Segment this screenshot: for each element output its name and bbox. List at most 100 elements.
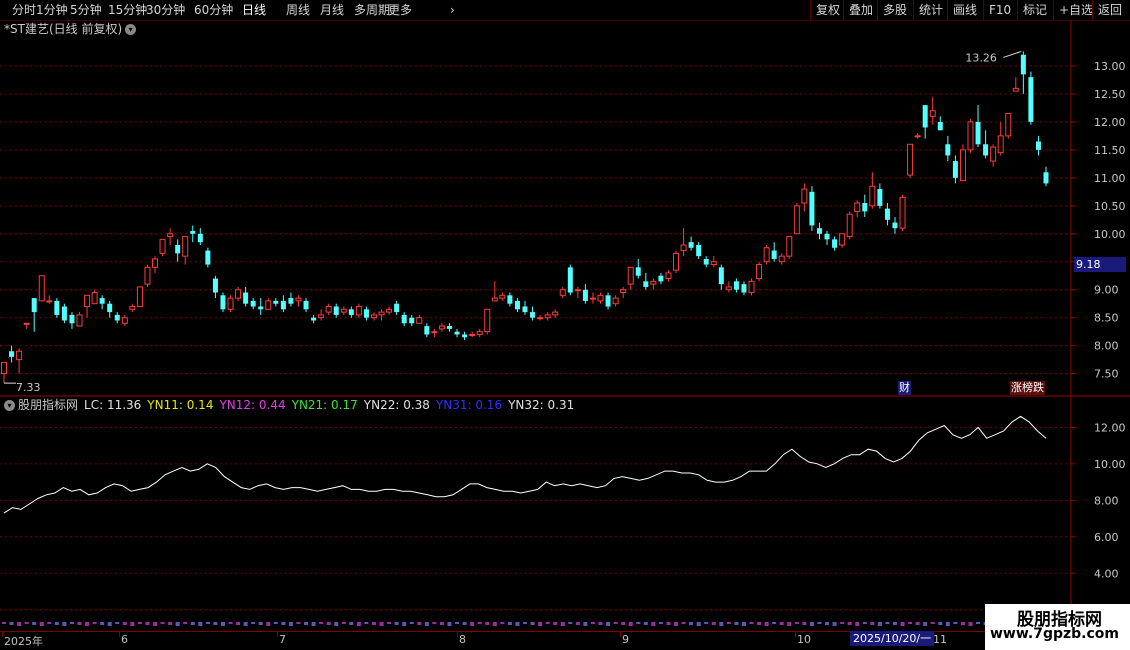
candle-body-up <box>84 294 91 307</box>
volume-bar <box>711 622 716 625</box>
volume-bar <box>560 622 565 626</box>
candle-body-down <box>771 250 777 259</box>
candle-body-up <box>574 289 581 292</box>
volume-bar <box>198 622 203 626</box>
candle-body-up <box>484 308 491 333</box>
candle-body-down <box>514 300 520 310</box>
candle-body-down <box>507 295 513 304</box>
candle-body-down <box>114 314 120 321</box>
candle-body-up <box>378 311 385 316</box>
indicator-lc-line <box>3 415 1047 514</box>
candle-body-down <box>696 244 702 257</box>
indicator-chevron-icon[interactable]: ▾ <box>4 400 15 411</box>
zhangbang-tag[interactable]: 涨榜跌 <box>1010 381 1045 395</box>
volume-bar <box>470 622 475 626</box>
indicator-value-5: YN31: 0.16 <box>435 398 503 412</box>
indicator-value-2: YN12: 0.44 <box>219 398 286 412</box>
volume-bar <box>606 622 611 626</box>
candle-body-down <box>303 300 309 310</box>
indicator-axis-label: 12.00 <box>1094 421 1126 434</box>
volume-bar <box>266 622 271 626</box>
volume-bar <box>802 622 807 625</box>
candle-body-up <box>627 266 634 285</box>
volume-bar <box>862 622 867 624</box>
candle-body-down <box>816 228 822 234</box>
volume-bar <box>938 622 943 625</box>
volume-bar <box>447 622 452 626</box>
indicator-name[interactable]: 股朋指标网 <box>18 398 78 412</box>
volume-bar <box>651 622 656 626</box>
candle-body-up <box>182 236 189 257</box>
volume-bar <box>877 622 882 626</box>
volume-bar <box>281 622 286 625</box>
volume-bar <box>719 622 724 626</box>
volume-bar <box>168 622 173 625</box>
candle-body-up <box>386 308 393 313</box>
candle-body-up <box>469 333 476 336</box>
volume-bar <box>892 622 897 625</box>
volume-bar <box>817 622 822 624</box>
candle-body-up <box>76 314 83 327</box>
indicator-axis-label: 8.00 <box>1094 494 1119 507</box>
price-axis-label: 12.50 <box>1094 88 1126 101</box>
volume-bar <box>39 622 44 626</box>
candle-body-up <box>167 233 174 238</box>
volume-bar <box>726 622 731 624</box>
volume-bar <box>251 622 256 624</box>
volume-bar <box>923 622 928 626</box>
candle-body-up <box>710 261 717 266</box>
candle-body-up <box>416 317 423 324</box>
candle-body-up <box>318 314 325 319</box>
volume-bar <box>455 622 460 624</box>
candle-body-up <box>325 306 332 313</box>
candle-body-down <box>605 295 611 307</box>
candle-body-up <box>1012 87 1019 92</box>
volume-bar <box>47 622 52 624</box>
candle-body-down <box>1020 54 1026 75</box>
candle-body-up <box>537 317 544 320</box>
indicator-value-4: YN22: 0.38 <box>363 398 430 412</box>
candle-body-up <box>355 306 362 316</box>
candle-body-down <box>582 289 588 301</box>
price-axis-label: 7.50 <box>1094 368 1119 381</box>
volume-bar <box>130 622 135 626</box>
volume-bar <box>394 622 399 625</box>
candle-body-down <box>446 326 452 329</box>
volume-bar <box>764 622 769 626</box>
date-label: 7 <box>279 633 286 646</box>
volume-bar <box>908 622 913 624</box>
volume-bar <box>545 622 550 624</box>
date-tick <box>457 632 458 637</box>
candle-body-up <box>499 294 506 299</box>
volume-bar <box>832 622 837 626</box>
date-label: 9 <box>622 633 629 646</box>
volume-bar <box>288 622 293 626</box>
candle-body-up <box>929 110 936 117</box>
finance-tag[interactable]: 财 <box>898 381 911 395</box>
date-tick <box>2 632 3 637</box>
candle-body-up <box>665 272 672 280</box>
volume-bar <box>137 622 142 624</box>
volume-bar <box>613 622 618 624</box>
candle-body-up <box>1005 113 1012 137</box>
candle-body-down <box>1035 141 1041 150</box>
candle-body-down <box>250 300 256 307</box>
volume-bar <box>160 622 165 624</box>
date-cursor-box: 2025/10/20/一 <box>850 631 935 646</box>
kline-chart[interactable]: 13.0012.5012.0011.5011.0010.5010.009.509… <box>0 0 1130 650</box>
volume-bar <box>960 622 965 625</box>
volume-bar <box>122 622 127 625</box>
candle-body-up <box>756 264 763 280</box>
volume-bar <box>236 622 241 625</box>
candle-body-up <box>997 135 1004 154</box>
candle-body-up <box>914 135 921 138</box>
candle-body-up <box>846 213 853 238</box>
volume-bar <box>658 622 663 624</box>
candle-body-up <box>265 300 272 310</box>
volume-bar <box>205 622 210 624</box>
high-marker-line <box>1003 50 1022 58</box>
candle-body-down <box>54 300 60 315</box>
candle-body-up <box>431 331 438 334</box>
volume-bar <box>779 622 784 625</box>
volume-bar <box>643 622 648 625</box>
